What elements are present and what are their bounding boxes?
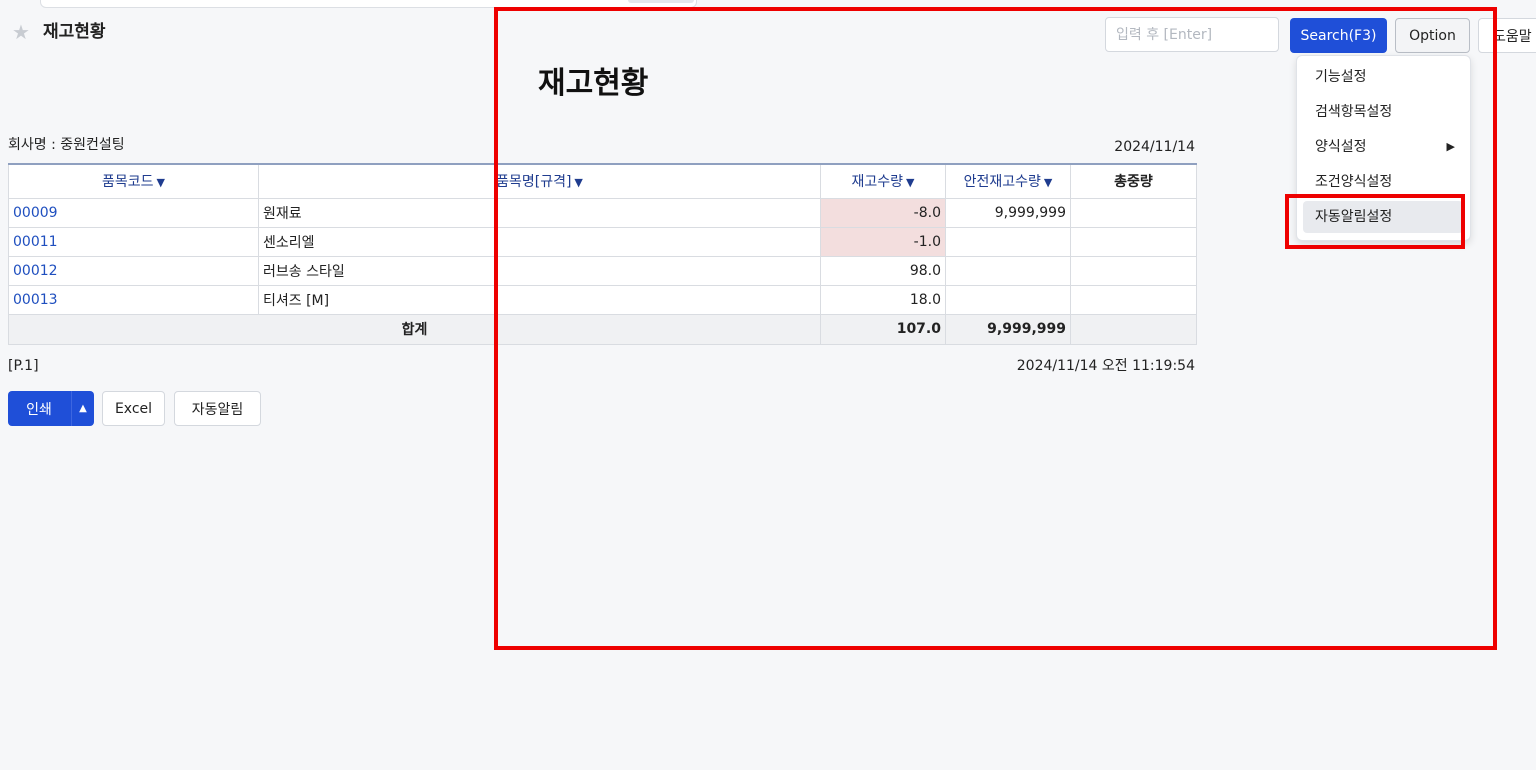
item-code-link[interactable]: 00011 [8,226,259,257]
column-label: 품목코드 [102,174,154,191]
caret-up-icon[interactable]: ▲ [72,391,94,426]
top-strip-pill [628,0,694,3]
column-header-item-code[interactable]: 품목코드 ▼ [8,163,259,199]
print-button-group: 인쇄 ▲ [8,391,94,426]
item-code-link[interactable]: 00013 [8,284,259,315]
page-number: [P.1] [8,358,39,374]
item-code-link[interactable]: 00012 [8,255,259,286]
page-title: 재고현황 [43,22,106,42]
sort-down-icon: ▼ [156,176,165,190]
excel-button[interactable]: Excel [102,391,165,426]
favorite-star-icon[interactable]: ★ [12,22,30,42]
highlight-box-report-area [494,7,1497,650]
print-button[interactable]: 인쇄 [8,391,70,426]
item-code-link[interactable]: 00009 [8,197,259,228]
auto-alarm-button[interactable]: 자동알림 [174,391,261,426]
highlight-box-auto-alarm-settings [1285,194,1465,249]
company-name: 회사명 : 중원컨설팅 [8,137,125,153]
